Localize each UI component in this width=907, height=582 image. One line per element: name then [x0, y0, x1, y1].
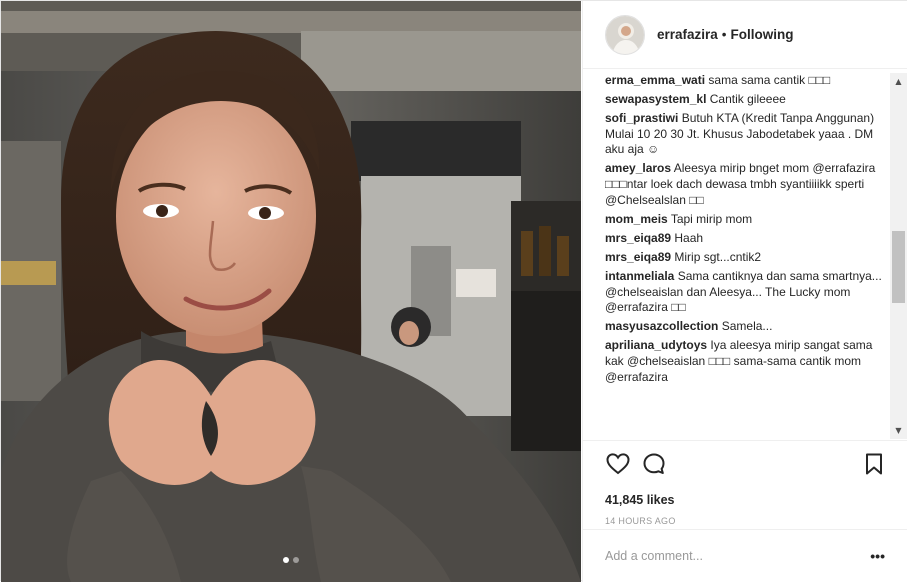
comment-text: Cantik gileeee [709, 92, 786, 107]
comment-username[interactable]: amey_laros [605, 161, 671, 175]
carousel-dot [293, 557, 299, 563]
avatar[interactable] [605, 14, 645, 55]
post-header: errafazira • Following [583, 1, 907, 69]
avatar-image [606, 15, 644, 54]
comment-text: Samela... [721, 319, 773, 334]
comment: erma_emma_wati sama sama cantik □□□ [605, 73, 885, 89]
username-link[interactable]: errafazira [657, 27, 718, 42]
post-timestamp[interactable]: 14 HOURS AGO [605, 516, 887, 526]
comment: intanmeliala Sama cantiknya dan sama sma… [605, 269, 885, 316]
comment: amey_laros Aleesya mirip bnget mom @erra… [605, 161, 885, 208]
scroll-down-icon[interactable]: ▼ [890, 422, 907, 439]
following-button[interactable]: Following [731, 27, 794, 42]
comment-list[interactable]: erma_emma_wati sama sama cantik □□□ sewa… [583, 73, 889, 439]
action-buttons [605, 451, 887, 477]
separator-dot: • [721, 27, 727, 42]
comment-username[interactable]: erma_emma_wati [605, 73, 705, 87]
comment-username[interactable]: apriliana_udytoys [605, 338, 707, 352]
comment-username[interactable]: sofi_prastiwi [605, 111, 678, 125]
comment: mom_meis Tapi mirip mom [605, 212, 885, 228]
heart-icon[interactable] [605, 451, 631, 477]
comment-text: Tapi mirip mom [670, 211, 753, 226]
add-comment-bar: ••• [583, 529, 907, 582]
comment: mrs_eiqa89 Haah [605, 231, 885, 247]
comment: sofi_prastiwi Butuh KTA (Kredit Tanpa An… [605, 111, 885, 158]
post-photo[interactable] [1, 1, 581, 582]
likes-count[interactable]: 41,845 likes [605, 493, 887, 507]
comment-username[interactable]: masyusazcollection [605, 319, 718, 333]
photo-illustration [1, 1, 581, 582]
carousel-dot-active [283, 557, 289, 563]
comment-username[interactable]: intanmeliala [605, 269, 674, 283]
comment: masyusazcollection Samela... [605, 319, 885, 335]
comment-username[interactable]: mrs_eiqa89 [605, 231, 671, 245]
comment-username[interactable]: mom_meis [605, 212, 668, 226]
bookmark-icon[interactable] [861, 451, 887, 477]
header-text: errafazira • Following [657, 27, 794, 42]
comment-scrollbar[interactable]: ▲ ▼ [890, 73, 907, 439]
more-options-icon[interactable]: ••• [870, 548, 885, 564]
comment: mrs_eiqa89 Mirip sgt...cntik2 [605, 250, 885, 266]
comment: sewapasystem_kl Cantik gileeee [605, 92, 885, 108]
scroll-up-icon[interactable]: ▲ [890, 73, 907, 90]
comment-bubble-icon[interactable] [641, 451, 667, 477]
instagram-post: errafazira • Following erma_emma_wati sa… [0, 0, 907, 582]
comment: apriliana_udytoys Iya aleesya mirip sang… [605, 338, 885, 385]
scrollbar-thumb[interactable] [892, 231, 905, 303]
comment-text: Mirip sgt...cntik2 [674, 249, 762, 264]
comment-text: sama sama cantik □□□ [708, 73, 831, 87]
post-actions: 41,845 likes 14 HOURS AGO [583, 440, 907, 526]
post-sidebar: errafazira • Following erma_emma_wati sa… [582, 1, 907, 582]
comment-input[interactable] [605, 549, 871, 563]
comment-username[interactable]: mrs_eiqa89 [605, 250, 671, 264]
carousel-indicator [1, 557, 581, 563]
comment-username[interactable]: sewapasystem_kl [605, 92, 706, 106]
comment-text: Haah [674, 230, 704, 245]
